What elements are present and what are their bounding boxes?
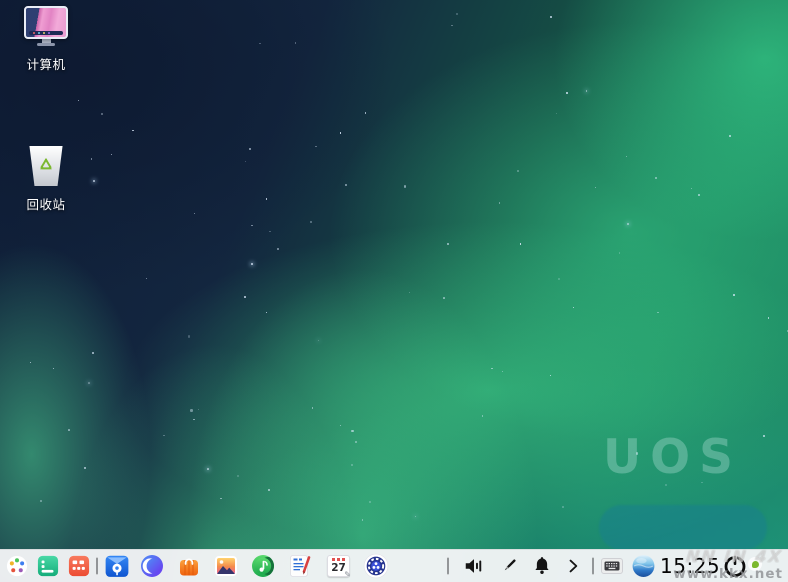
chevron-right-icon: [569, 559, 578, 573]
dock-separator: [96, 557, 98, 575]
uos-desktop: UOS 计算机 回收站 27 ✎ 15:25 NN IN 4X www.kkx.…: [0, 0, 788, 582]
pen-icon: [504, 559, 516, 571]
dock-item-music[interactable]: [251, 554, 275, 578]
control-center-icon: [363, 553, 389, 579]
power-button[interactable]: [722, 553, 748, 579]
bell-icon: [535, 557, 549, 574]
uos-watermark-pill: [599, 505, 767, 550]
tray-item-screen-capture[interactable]: [498, 555, 520, 577]
dock-item-multitasking-view[interactable]: [37, 555, 59, 577]
app-store-icon: [180, 558, 198, 576]
tray-item-network-globe[interactable]: [631, 554, 656, 579]
desktop-icon-recycle-bin[interactable]: 回收站: [14, 146, 78, 213]
tray-item-expand[interactable]: [563, 556, 583, 576]
dock-item-app-store[interactable]: [177, 554, 201, 578]
uos-watermark-text: UOS: [603, 430, 742, 485]
pencil-icon: ✎: [344, 570, 351, 579]
tray-item-volume[interactable]: [463, 555, 485, 577]
taskbar-clock[interactable]: 15:25: [660, 554, 720, 578]
dock-item-image-viewer[interactable]: [214, 554, 238, 578]
dock-item-text-editor[interactable]: [288, 554, 312, 578]
keyboard-icon: [601, 558, 623, 574]
dock-item-file-manager[interactable]: [104, 553, 130, 579]
stars-field: [0, 0, 788, 582]
aurora-wallpaper: UOS: [0, 0, 788, 582]
recycle-symbol-icon: [40, 157, 52, 170]
computer-icon: [14, 6, 78, 46]
dock-item-launcher[interactable]: [6, 555, 28, 577]
dock-item-calendar[interactable]: 27 ✎: [327, 555, 351, 579]
tray-item-virtual-keyboard[interactable]: [601, 558, 623, 574]
desktop-icon-label: 计算机: [26, 56, 66, 72]
speaker-icon: [465, 559, 482, 573]
desktop-icon-label: 回收站: [26, 197, 66, 212]
dock-item-calculator[interactable]: [68, 555, 90, 577]
dock-item-browser[interactable]: [140, 554, 164, 578]
taskbar: 27 ✎ 15:25: [0, 549, 788, 582]
tray-item-notifications[interactable]: [531, 555, 553, 577]
file-manager-icon: [105, 555, 129, 577]
trash-can-icon: [29, 146, 63, 186]
music-icon: [252, 555, 274, 577]
launcher-icon: [6, 555, 28, 577]
tray-separator: [447, 557, 449, 575]
power-icon: [724, 554, 746, 577]
text-editor-icon: [290, 555, 311, 577]
desktop-icon-computer[interactable]: 计算机: [14, 6, 78, 73]
globe-icon: [632, 555, 655, 577]
tray-separator: [592, 557, 594, 575]
dock-item-control-center[interactable]: [363, 553, 389, 579]
calendar-icon: 27 ✎: [327, 555, 351, 579]
image-viewer-icon: [215, 556, 237, 576]
site-watermark-logo-icon: [748, 557, 762, 571]
multitasking-view-icon: [37, 555, 59, 577]
browser-icon: [141, 555, 163, 577]
calculator-icon: [68, 555, 90, 577]
